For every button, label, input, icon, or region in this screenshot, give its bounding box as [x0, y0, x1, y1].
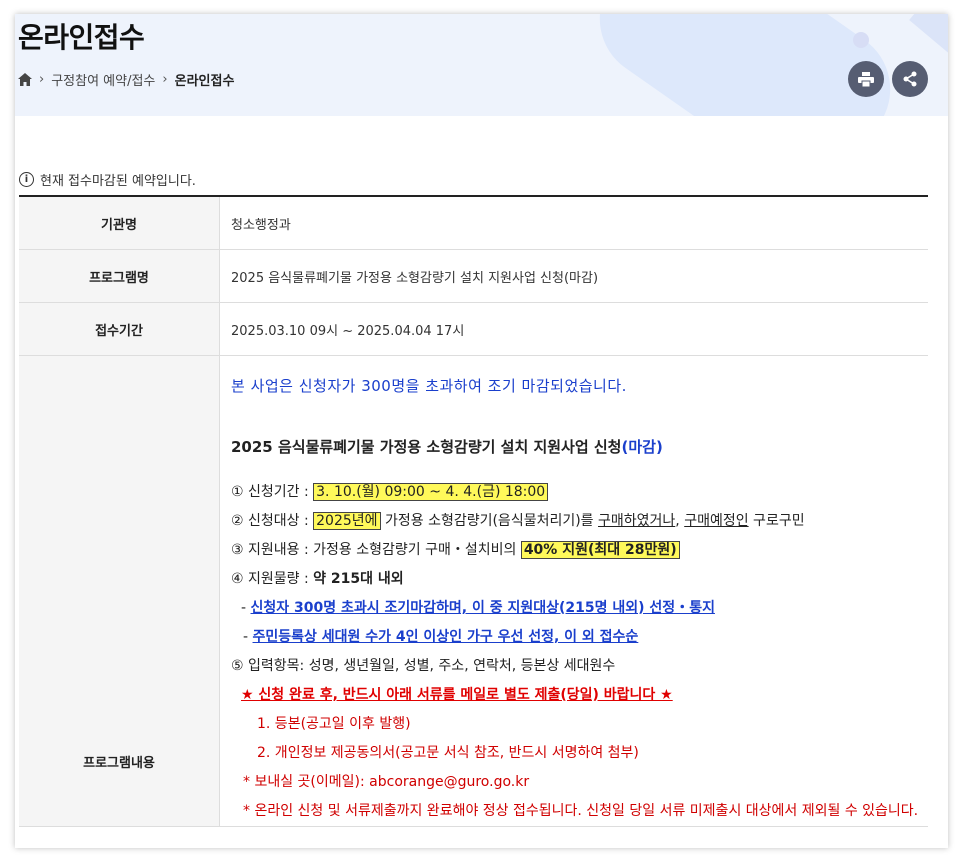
- program-content: 본 사업은 신청자가 300명을 초과하여 조기 마감되었습니다. 2025 음…: [231, 356, 928, 826]
- status-notice-text: 현재 접수마감된 예약입니다.: [40, 174, 196, 189]
- item1-value: 3. 10.(월) 09:00 ~ 4. 4.(금) 18:00: [313, 483, 549, 501]
- print-icon: [858, 71, 874, 87]
- chevron-right-icon: ›: [39, 72, 45, 87]
- program-value: 2025 음식물류폐기물 가정용 소형감량기 설치 지원사업 신청(마감): [219, 249, 928, 303]
- sub2-dash: -: [243, 629, 253, 645]
- sub1-dash: -: [241, 600, 251, 616]
- doc-item-1: 1. 등본(공고일 이후 발행): [257, 716, 411, 732]
- item2-year: 2025년에: [313, 512, 381, 530]
- program-info-table: 기관명 청소행정과 프로그램명 2025 음식물류폐기물 가정용 소형감량기 설…: [19, 195, 928, 827]
- info-icon: i: [19, 172, 34, 187]
- home-icon[interactable]: [18, 73, 32, 86]
- item4-label: ④ 지원물량 :: [231, 571, 314, 587]
- share-button[interactable]: [892, 61, 928, 97]
- sub-item-1: - 신청자 300명 초과시 조기마감하며, 이 중 지원대상(215명 내외)…: [231, 594, 928, 623]
- sub-item-2: - 주민등록상 세대원 수가 4인 이상인 가구 우선 선정, 이 외 접수순: [231, 623, 928, 652]
- item2-label: ② 신청대상 :: [231, 513, 314, 529]
- table-row: 프로그램내용 본 사업은 신청자가 300명을 초과하여 조기 마감되었습니다.…: [19, 355, 928, 827]
- doc-item-2: 2. 개인정보 제공동의서(공고문 서식 참조, 반드시 서명하여 첨부): [257, 745, 639, 761]
- sub2-text: 주민등록상 세대원 수가 4인 이상인 가구 우선 선정, 이 외 접수순: [252, 629, 639, 645]
- table-row: 기관명 청소행정과: [19, 196, 928, 250]
- content-heading: 2025 음식물류폐기물 가정용 소형감량기 설치 지원사업 신청(마감): [231, 433, 928, 462]
- item1-label: ① 신청기간 :: [231, 484, 314, 500]
- item2-underline2: 구매예정인: [684, 513, 749, 529]
- chevron-right-icon: ›: [162, 72, 168, 87]
- table-row: 프로그램명 2025 음식물류폐기물 가정용 소형감량기 설치 지원사업 신청(…: [19, 249, 928, 303]
- content-label: 프로그램내용: [19, 355, 220, 827]
- item-target: ② 신청대상 : 2025년에 가정용 소형감량기(음식물처리기)를 구매하였거…: [231, 507, 928, 536]
- content-heading-tag: (마감): [621, 438, 663, 456]
- email-info: * 보내실 곳(이메일): abcorange@guro.go.kr: [243, 774, 530, 790]
- period-value: 2025.03.10 09시 ~ 2025.04.04 17시: [219, 302, 928, 356]
- item-period: ① 신청기간 : 3. 10.(월) 09:00 ~ 4. 4.(금) 18:0…: [231, 478, 928, 507]
- item2-mid: 가정용 소형감량기(음식물처리기)를: [380, 513, 599, 529]
- page-title: 온라인접수: [18, 21, 145, 54]
- item3-value: 40% 지원(최대 28만원): [520, 541, 680, 559]
- content-cell: 본 사업은 신청자가 300명을 초과하여 조기 마감되었습니다. 2025 음…: [219, 355, 928, 827]
- closed-notice: 본 사업은 신청자가 300명을 초과하여 조기 마감되었습니다.: [231, 377, 627, 395]
- breadcrumb: › 구정참여 예약/접수 › 온라인접수: [18, 70, 234, 89]
- page-header: 온라인접수 › 구정참여 예약/접수 › 온라인접수: [15, 14, 948, 116]
- status-notice: i 현재 접수마감된 예약입니다.: [19, 170, 196, 189]
- share-icon: [902, 71, 918, 87]
- item2-underline1: 구매하였거나: [598, 513, 676, 529]
- item-quantity: ④ 지원물량 : 약 215대 내외: [231, 565, 928, 594]
- decorative-shape: [909, 14, 948, 59]
- program-label: 프로그램명: [19, 249, 220, 303]
- period-label: 접수기간: [19, 302, 220, 356]
- item4-value: 약 215대 내외: [313, 571, 404, 587]
- breadcrumb-item[interactable]: 구정참여 예약/접수: [51, 70, 155, 89]
- agency-label: 기관명: [19, 196, 220, 250]
- warning-text: ★ 신청 완료 후, 반드시 아래 서류를 메일로 별도 제출(당일) 바랍니다…: [231, 681, 928, 710]
- content-heading-main: 2025 음식물류폐기물 가정용 소형감량기 설치 지원사업 신청: [231, 438, 622, 456]
- item-fields: ⑤ 입력항목: 성명, 생년월일, 성별, 주소, 연락처, 등본상 세대원수: [231, 658, 616, 674]
- item-support: ③ 지원내용 : 가정용 소형감량기 구매・설치비의 40% 지원(최대 28만…: [231, 536, 928, 565]
- item3-label: ③ 지원내용 : 가정용 소형감량기 구매・설치비의: [231, 542, 521, 558]
- table-row: 접수기간 2025.03.10 09시 ~ 2025.04.04 17시: [19, 302, 928, 356]
- breadcrumb-current: 온라인접수: [174, 74, 235, 89]
- item2-end: 구로구민: [748, 513, 805, 529]
- sub1-text: 신청자 300명 초과시 조기마감하며, 이 중 지원대상(215명 내외) 선…: [250, 600, 715, 616]
- warning-text-inner: ★ 신청 완료 후, 반드시 아래 서류를 메일로 별도 제출(당일) 바랍니다…: [241, 687, 673, 703]
- final-note: * 온라인 신청 및 서류제출까지 완료해야 정상 접수됩니다. 신청일 당일 …: [243, 803, 919, 819]
- agency-value: 청소행정과: [219, 196, 928, 250]
- print-button[interactable]: [848, 61, 884, 97]
- item2-comma: ,: [675, 513, 685, 529]
- page-frame: 온라인접수 › 구정참여 예약/접수 › 온라인접수 i 현재 접수마감된 예약…: [15, 14, 948, 848]
- decorative-dot: [853, 32, 869, 48]
